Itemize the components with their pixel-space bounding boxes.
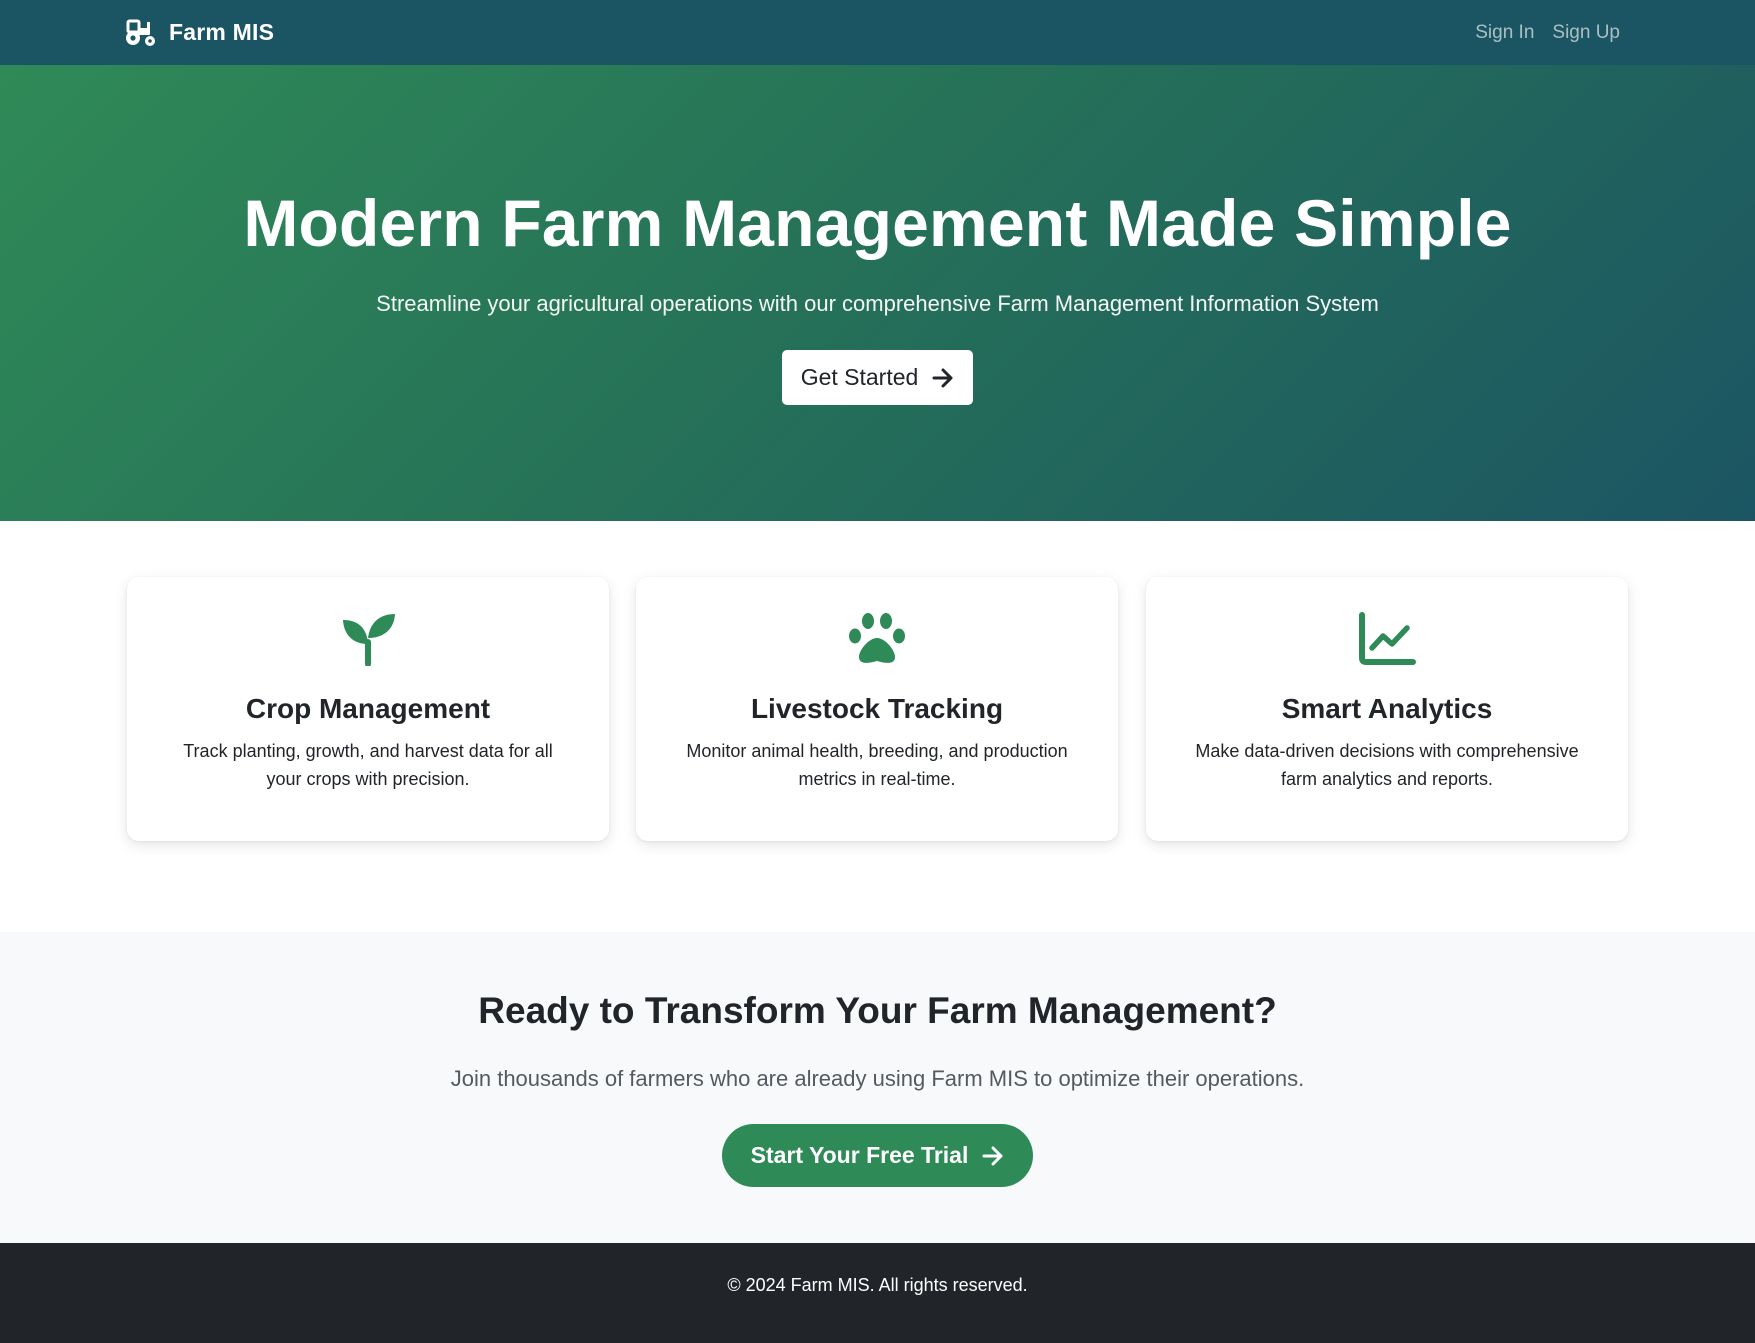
feature-card-livestock-tracking: Livestock Tracking Monitor animal health…: [636, 577, 1118, 841]
feature-title: Smart Analytics: [1281, 693, 1493, 724]
features-section: Crop Management Track planting, growth, …: [0, 521, 1755, 932]
feature-card-smart-analytics: Smart Analytics Make data-driven decisio…: [1146, 577, 1628, 841]
get-started-button[interactable]: Get Started: [782, 350, 973, 405]
arrow-right-icon: [982, 1146, 1003, 1165]
paw-icon: [849, 613, 905, 663]
cta-title: Ready to Transform Your Farm Management?: [478, 990, 1277, 1031]
navbar: Farm MIS Sign In Sign Up: [0, 0, 1755, 65]
cta-section: Ready to Transform Your Farm Management?…: [0, 932, 1755, 1243]
cta-subtitle: Join thousands of farmers who are alread…: [450, 1066, 1305, 1091]
feature-title: Livestock Tracking: [750, 693, 1004, 724]
sign-in-link[interactable]: Sign In: [1475, 22, 1534, 44]
copyright-text: © 2024 Farm MIS. All rights reserved.: [727, 1275, 1028, 1295]
feature-description: Monitor animal health, breeding, and pro…: [686, 741, 1068, 789]
seedling-icon: [343, 614, 395, 666]
feature-description: Track planting, growth, and harvest data…: [183, 741, 553, 789]
hero-section: Modern Farm Management Made Simple Strea…: [0, 65, 1755, 521]
start-free-trial-label: Start Your Free Trial: [750, 1142, 969, 1168]
tractor-icon: [126, 19, 155, 46]
nav-links: Sign In Sign Up: [1475, 22, 1620, 44]
hero-subtitle: Streamline your agricultural operations …: [376, 291, 1379, 316]
brand-name: Farm MIS: [169, 19, 275, 45]
chart-line-icon: [1359, 612, 1416, 665]
hero-title: Modern Farm Management Made Simple: [243, 186, 1512, 260]
footer: © 2024 Farm MIS. All rights reserved.: [0, 1243, 1755, 1343]
feature-card-crop-management: Crop Management Track planting, growth, …: [127, 577, 609, 841]
feature-description: Make data-driven decisions with comprehe…: [1195, 741, 1579, 789]
get-started-label: Get Started: [800, 364, 919, 390]
brand-link[interactable]: Farm MIS: [125, 19, 274, 47]
sign-up-link[interactable]: Sign Up: [1552, 22, 1620, 44]
feature-title: Crop Management: [245, 693, 491, 724]
start-free-trial-button[interactable]: Start Your Free Trial: [722, 1124, 1033, 1187]
arrow-right-icon: [932, 368, 953, 387]
